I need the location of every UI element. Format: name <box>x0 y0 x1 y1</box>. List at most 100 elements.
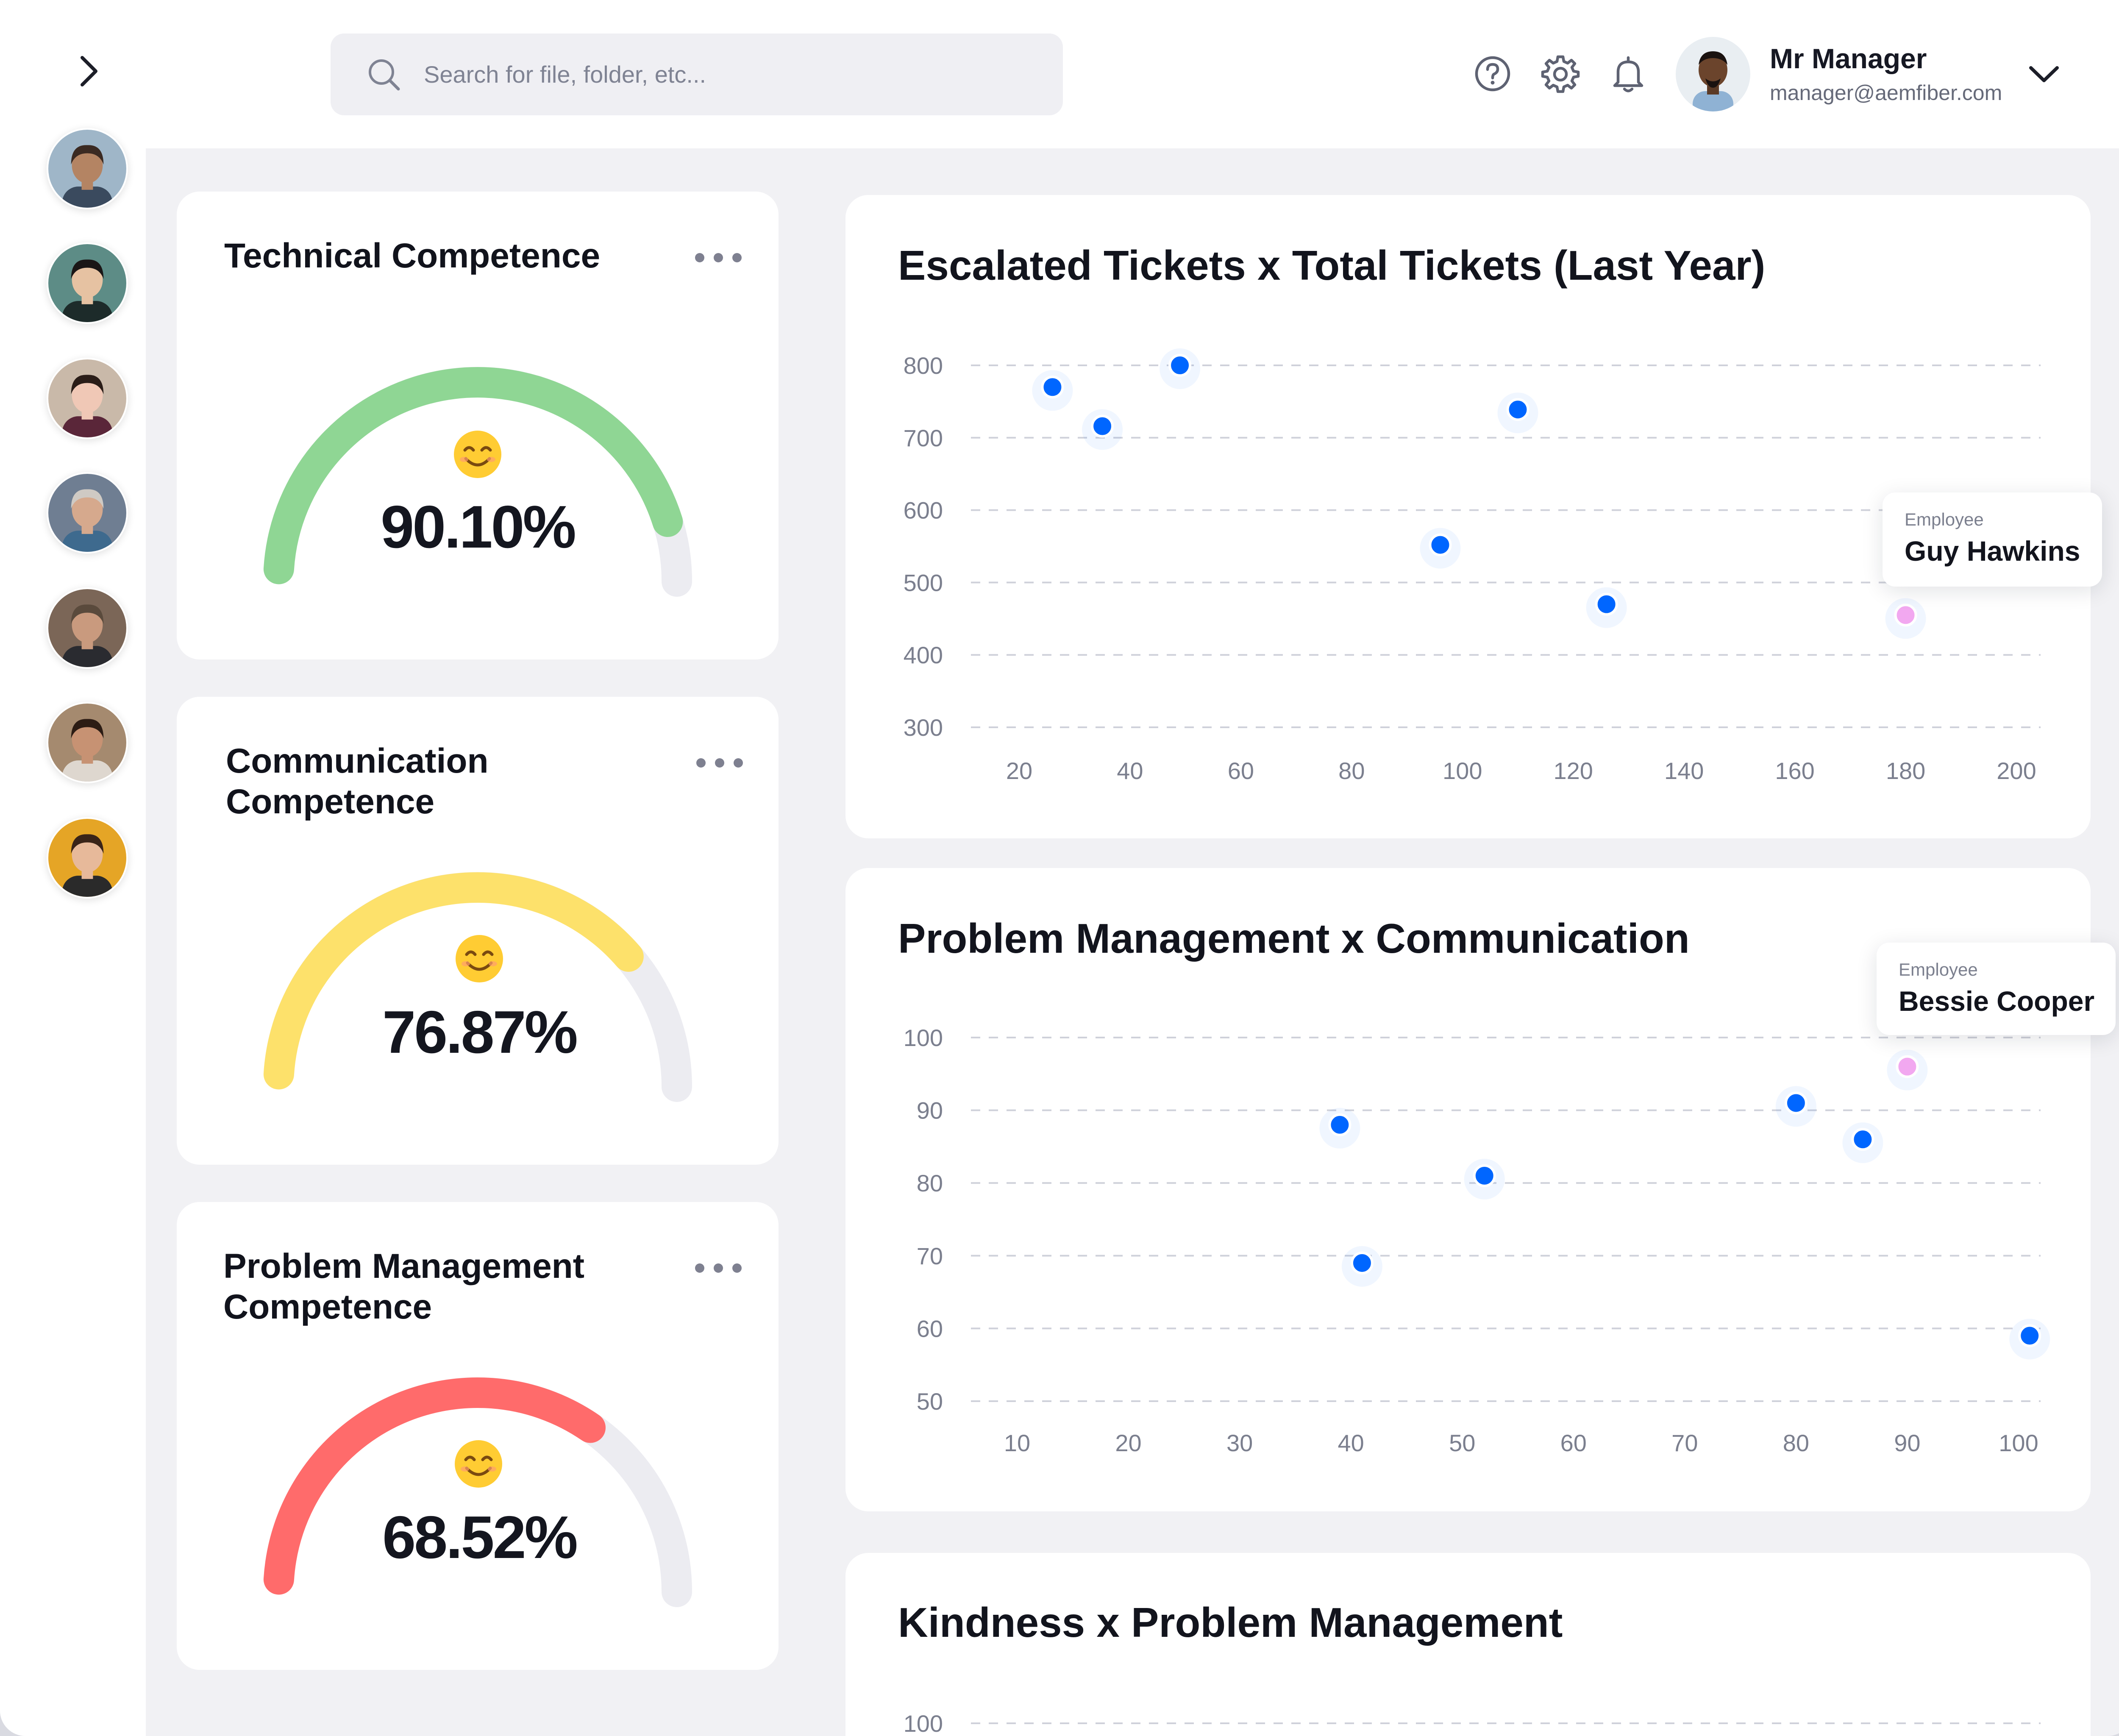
gauge-value: 68.52% <box>382 1504 578 1571</box>
x-tick-label: 30 <box>1226 1430 1253 1456</box>
kindness-problem-management-chart-card: Kindness x Problem Management 100 <box>845 1553 2091 1736</box>
data-point[interactable] <box>1506 398 1529 421</box>
employee-avatar[interactable] <box>47 817 128 899</box>
x-tick-label: 100 <box>1443 757 1482 784</box>
smile-emoji-icon <box>454 933 505 984</box>
sidebar <box>0 0 146 1736</box>
technical-competence-card: Technical Competence 90.10% <box>177 192 779 659</box>
data-point[interactable] <box>1595 593 1618 616</box>
data-point[interactable] <box>1091 415 1114 438</box>
x-tick-label: 160 <box>1775 757 1814 784</box>
dot-icon <box>734 758 743 768</box>
bell-icon[interactable] <box>1607 53 1649 95</box>
user-name: Mr Manager <box>1770 43 1927 74</box>
search-input[interactable] <box>423 60 1018 89</box>
top-bar: Mr Manager manager@aemfiber.com <box>146 0 2119 148</box>
data-point[interactable] <box>1429 533 1452 556</box>
data-point[interactable] <box>1328 1113 1351 1136</box>
employee-avatar[interactable] <box>47 472 128 554</box>
dot-icon <box>732 253 742 262</box>
x-tick-label: 10 <box>1004 1430 1030 1456</box>
x-tick-label: 100 <box>1999 1430 2038 1456</box>
data-point[interactable] <box>1041 376 1064 399</box>
employee-avatar[interactable] <box>47 128 128 209</box>
gauge-chart <box>263 872 692 1102</box>
tooltip-label: Employee <box>1899 960 1978 979</box>
employee-avatar[interactable] <box>47 702 128 783</box>
y-tick-label: 800 <box>904 352 943 379</box>
y-tick-label: 60 <box>917 1315 943 1342</box>
smile-emoji-icon <box>453 1438 504 1489</box>
user-email: manager@aemfiber.com <box>1770 81 2002 105</box>
employee-avatar[interactable] <box>47 358 128 439</box>
highlighted-data-point[interactable] <box>1894 604 1917 627</box>
y-tick-label: 300 <box>904 714 943 741</box>
x-tick-label: 80 <box>1783 1430 1809 1456</box>
help-icon[interactable] <box>1471 53 1514 95</box>
x-tick-label: 80 <box>1338 757 1365 784</box>
y-tick-label: 500 <box>904 569 943 596</box>
x-tick-label: 120 <box>1554 757 1593 784</box>
gauge-value: 90.10% <box>381 493 576 561</box>
gauge-chart <box>263 1377 692 1607</box>
data-point[interactable] <box>1851 1128 1874 1151</box>
employee-avatar[interactable] <box>47 242 128 324</box>
card-title: Technical Competence <box>224 236 601 275</box>
highlighted-data-point[interactable] <box>1896 1055 1919 1078</box>
x-tick-label: 60 <box>1560 1430 1587 1456</box>
data-point[interactable] <box>1168 354 1192 377</box>
y-tick-label: 100 <box>904 1024 943 1051</box>
more-options-button[interactable] <box>695 1255 742 1281</box>
chevron-down-icon[interactable] <box>2025 55 2063 93</box>
dot-icon <box>732 1263 742 1273</box>
card-title: Problem Management Competence <box>223 1247 585 1326</box>
user-avatar[interactable] <box>1676 37 1750 111</box>
card-title: Communication Competence <box>226 742 489 821</box>
data-point[interactable] <box>2018 1324 2041 1347</box>
chevron-right-icon <box>81 56 97 86</box>
expand-sidebar-button[interactable] <box>68 50 110 92</box>
communication-competence-card: Communication Competence 76.87% <box>177 697 779 1165</box>
tooltip-employee-name: Bessie Cooper <box>1899 985 2095 1017</box>
gauge-value: 76.87% <box>382 999 578 1066</box>
y-tick-label: 70 <box>917 1243 943 1269</box>
x-tick-label: 40 <box>1117 757 1143 784</box>
data-point[interactable] <box>1473 1164 1496 1188</box>
data-point[interactable] <box>1784 1091 1808 1115</box>
x-tick-label: 180 <box>1886 757 1925 784</box>
y-tick-label: 700 <box>904 425 943 451</box>
x-tick-label: 50 <box>1449 1430 1475 1456</box>
more-options-button[interactable] <box>696 750 743 776</box>
dot-icon <box>714 1263 723 1273</box>
x-tick-label: 40 <box>1338 1430 1364 1456</box>
search-icon <box>369 59 400 90</box>
dot-icon <box>695 1263 704 1273</box>
x-tick-label: 20 <box>1006 757 1032 784</box>
y-tick-label: 90 <box>917 1097 943 1124</box>
tooltip-employee-name: Guy Hawkins <box>1905 535 2080 567</box>
dot-icon <box>715 758 724 768</box>
employee-tooltip: Employee Bessie Cooper <box>1877 943 2116 1035</box>
tooltip-label: Employee <box>1905 509 1984 529</box>
x-tick-label: 90 <box>1894 1430 1920 1456</box>
y-tick-label: 400 <box>904 642 943 668</box>
x-tick-label: 70 <box>1671 1430 1698 1456</box>
employee-tooltip: Employee Guy Hawkins <box>1883 492 2102 587</box>
y-tick-label: 80 <box>917 1170 943 1196</box>
x-tick-label: 140 <box>1664 757 1704 784</box>
y-tick-label: 100 <box>904 1710 943 1736</box>
x-tick-label: 20 <box>1115 1430 1141 1456</box>
y-tick-label: 600 <box>904 497 943 524</box>
dot-icon <box>695 253 704 262</box>
more-options-button[interactable] <box>695 245 742 270</box>
x-tick-label: 200 <box>1997 757 2036 784</box>
dot-icon <box>696 758 706 768</box>
dot-icon <box>714 253 723 262</box>
gear-icon[interactable] <box>1539 53 1582 95</box>
x-tick-label: 60 <box>1228 757 1254 784</box>
y-tick-label: 50 <box>917 1388 943 1415</box>
data-point[interactable] <box>1350 1251 1374 1274</box>
problem-management-competence-card: Problem Management Competence 68.52% <box>177 1202 779 1670</box>
search-bar[interactable] <box>331 33 1063 115</box>
employee-avatar[interactable] <box>47 587 128 669</box>
